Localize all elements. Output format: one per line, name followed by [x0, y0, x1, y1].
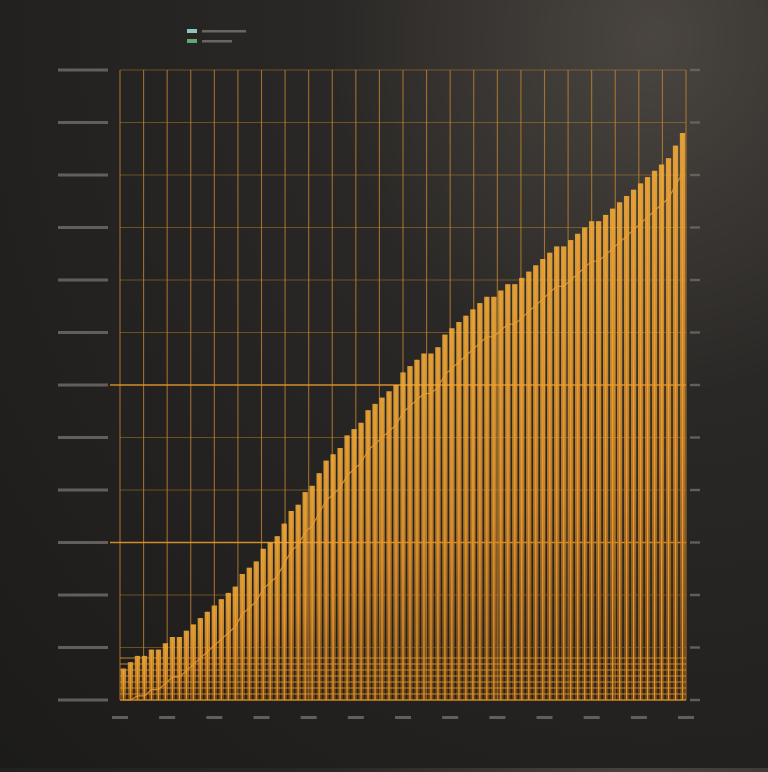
y-tick-mark-right — [690, 173, 700, 177]
x-tick-mark — [347, 716, 364, 719]
x-tick-mark — [206, 716, 223, 719]
y-tick-mark-right — [690, 226, 700, 229]
x-tick-mark — [536, 716, 553, 719]
y-tick-mark — [58, 68, 108, 72]
y-tick-mark — [58, 646, 108, 649]
x-tick-mark — [253, 716, 270, 719]
chart — [0, 0, 768, 768]
y-tick-mark — [58, 593, 108, 597]
y-tick-mark — [58, 436, 108, 439]
y-tick-mark-right — [690, 383, 700, 387]
y-tick-mark-right — [690, 646, 700, 649]
y-tick-mark-right — [690, 68, 700, 72]
y-tick-mark-right — [690, 278, 700, 282]
x-tick-mark — [489, 716, 506, 719]
y-tick-mark — [58, 383, 108, 387]
y-tick-mark — [58, 278, 108, 282]
y-tick-mark — [58, 541, 108, 544]
legend-label-mark — [202, 30, 246, 33]
y-tick-mark — [58, 121, 108, 124]
y-tick-mark-right — [690, 488, 700, 492]
legend-label-mark — [202, 40, 232, 43]
y-tick-mark — [58, 226, 108, 229]
x-tick-mark — [395, 716, 411, 719]
y-tick-mark-right — [690, 436, 700, 439]
legend-swatch — [187, 39, 197, 43]
x-tick-mark — [630, 716, 647, 719]
legend-swatch — [187, 29, 197, 33]
x-tick-mark — [583, 716, 600, 719]
y-tick-mark-right — [690, 593, 700, 597]
x-tick-mark — [159, 716, 176, 719]
y-tick-mark-right — [690, 541, 700, 544]
x-tick-mark — [112, 716, 128, 719]
y-tick-mark — [58, 488, 108, 492]
y-tick-mark — [58, 698, 108, 702]
x-tick-mark — [300, 716, 317, 719]
y-tick-mark — [58, 331, 108, 334]
y-tick-mark-right — [690, 698, 700, 702]
y-tick-mark — [58, 173, 108, 177]
y-tick-mark-right — [690, 331, 700, 334]
x-tick-mark — [678, 716, 694, 719]
chart-canvas — [58, 29, 700, 719]
x-tick-mark — [442, 716, 459, 719]
y-tick-mark-right — [690, 121, 700, 124]
legend — [187, 29, 246, 43]
